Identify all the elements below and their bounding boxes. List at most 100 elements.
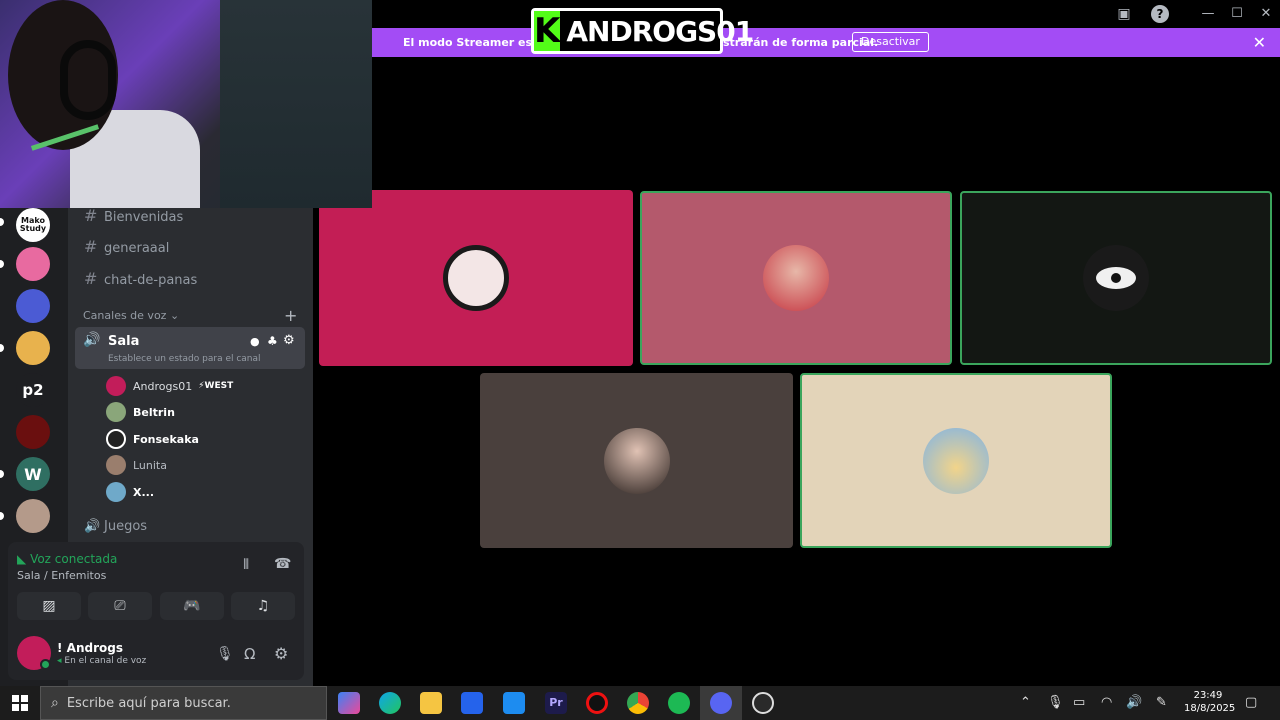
maximize-button[interactable]: ☐ (1227, 4, 1247, 24)
voice-connection-panel: ◣ Voz conectada Sala / Enfemitos ⦀ ☎ ▨ ⎚… (8, 542, 304, 680)
mail-icon[interactable] (503, 692, 525, 714)
disconnect-icon[interactable]: ☎ (274, 556, 291, 572)
voice-channel-name: Sala (108, 334, 140, 349)
obs-record-icon[interactable] (586, 692, 608, 714)
user-settings-gear-icon[interactable]: ⚙ (274, 644, 288, 663)
chevron-down-icon: ⌄ (169, 309, 180, 322)
chat-bubble-icon[interactable]: ● (250, 335, 260, 348)
close-banner-icon[interactable]: ✕ (1253, 33, 1266, 52)
hash-icon: # (84, 237, 98, 256)
search-icon: ⌕ (51, 695, 59, 711)
server-icon-p2[interactable]: p2 (16, 373, 50, 407)
participant-tile[interactable] (480, 373, 793, 548)
participant-tile[interactable] (800, 373, 1112, 548)
minimize-button[interactable]: — (1198, 4, 1218, 24)
user-status: ◂ En el canal de voz (57, 656, 147, 666)
participant-avatar (1083, 245, 1149, 311)
spotify-icon[interactable] (668, 692, 690, 714)
text-channel-generaaal[interactable]: # generaaal (84, 237, 169, 256)
participant-tile[interactable] (640, 191, 952, 365)
activities-button[interactable]: 🎮 (160, 592, 224, 620)
unread-pip (0, 260, 4, 268)
user-name[interactable]: ! Androgs (57, 641, 123, 655)
online-status-indicator (40, 659, 51, 670)
microphone-icon[interactable]: 🎙 (216, 646, 234, 662)
disable-streamer-mode-button[interactable]: Desactivar (852, 32, 929, 52)
voice-channel-juegos[interactable]: 🔊 Juegos (84, 519, 147, 534)
taskbar-search[interactable]: ⌕ Escribe aquí para buscar. (40, 686, 327, 720)
voice-category-header[interactable]: Canales de voz ⌄ (83, 309, 179, 322)
volume-icon[interactable]: 🔊 (1126, 695, 1142, 710)
screen-share-button[interactable]: ⎚ (88, 592, 152, 620)
participant-avatar (923, 427, 989, 494)
server-icon-4[interactable] (16, 331, 50, 365)
voice-member[interactable]: X... (106, 482, 154, 502)
participant-tile[interactable] (319, 190, 633, 366)
server-icon-2[interactable] (16, 247, 50, 281)
screen-share-icon: ⎚ (114, 598, 126, 614)
copilot-icon[interactable] (338, 692, 360, 714)
discord-icon[interactable] (710, 692, 732, 714)
microphone-tray-icon[interactable]: 🎙 (1047, 695, 1064, 710)
eye-icon (1096, 267, 1136, 289)
webcam-background (220, 0, 372, 208)
pen-icon[interactable]: ✎ (1156, 695, 1167, 710)
member-tag: ⚡WEST (198, 381, 234, 391)
unread-pip (0, 218, 4, 226)
chrome-icon[interactable] (627, 692, 649, 714)
voice-member[interactable]: Lunita (106, 455, 167, 475)
help-icon[interactable]: ? (1151, 5, 1169, 23)
gamepad-icon: 🎮 (183, 598, 201, 614)
store-icon[interactable] (461, 692, 483, 714)
channel-name: ANDROGS01 (566, 14, 754, 48)
unread-pip (0, 512, 4, 520)
voice-member[interactable]: Beltrin (106, 402, 175, 422)
server-icon-7[interactable]: W (16, 457, 50, 491)
text-channel-bienvenidas[interactable]: # Bienvenidas (84, 206, 183, 225)
headphones-icon[interactable]: Ω (244, 645, 255, 663)
noise-suppression-icon[interactable]: ⦀ (243, 557, 249, 573)
clock[interactable]: 23:49 18/8/2025 (1184, 689, 1235, 715)
unread-pip (0, 470, 4, 478)
hash-icon: # (84, 269, 98, 288)
participant-avatar (443, 245, 509, 311)
avatar (106, 455, 126, 475)
soundboard-button[interactable]: ♫ (231, 592, 295, 620)
notifications-icon[interactable]: ▢ (1245, 695, 1257, 710)
invite-user-icon[interactable]: ♣ (267, 334, 278, 348)
file-explorer-icon[interactable] (420, 692, 442, 714)
add-channel-icon[interactable]: + (284, 306, 297, 325)
battery-icon[interactable]: ▭ (1073, 695, 1085, 710)
participant-avatar (763, 245, 829, 311)
premiere-icon[interactable]: Pr (545, 692, 567, 714)
voice-member[interactable]: Fonsekaka (106, 429, 199, 449)
voice-location[interactable]: Sala / Enfemitos (17, 569, 106, 582)
voice-channel-sala[interactable]: 🔊 Sala Establece un estado para el canal… (75, 327, 305, 369)
speaker-icon: ◂ (57, 656, 62, 666)
signal-icon: ◣ (17, 552, 27, 566)
voice-channel-status[interactable]: Establece un estado para el canal (108, 354, 261, 364)
window-titlebar: ▣ ? — ☐ ✕ (372, 0, 1280, 28)
wifi-icon[interactable]: ◠ (1101, 695, 1112, 710)
inbox-icon[interactable]: ▣ (1115, 5, 1133, 23)
server-icon-mako-study[interactable]: Mako Study (16, 208, 50, 242)
server-icon-6[interactable] (16, 415, 50, 449)
windows-taskbar: ⌕ Escribe aquí para buscar. Pr ⌃ 🎙 ▭ ◠ 🔊… (0, 686, 1280, 720)
camera-toggle-button[interactable]: ▨ (17, 592, 81, 620)
avatar (106, 429, 126, 449)
chevron-up-icon[interactable]: ⌃ (1020, 695, 1031, 710)
voice-member[interactable]: Androgs01 ⚡WEST (106, 376, 233, 396)
soundboard-icon: ♫ (256, 598, 270, 614)
avatar (106, 482, 126, 502)
webcam-overlay (0, 0, 372, 208)
participant-avatar (603, 427, 670, 494)
server-icon-3[interactable] (16, 289, 50, 323)
text-channel-chat-de-panas[interactable]: # chat-de-panas (84, 269, 197, 288)
gear-icon[interactable]: ⚙ (283, 333, 295, 348)
windows-start-icon[interactable] (12, 695, 28, 711)
obs-icon[interactable] (752, 692, 774, 714)
server-icon-8[interactable] (16, 499, 50, 533)
participant-tile[interactable] (960, 191, 1272, 365)
close-window-button[interactable]: ✕ (1256, 4, 1276, 24)
edge-icon[interactable] (379, 692, 401, 714)
